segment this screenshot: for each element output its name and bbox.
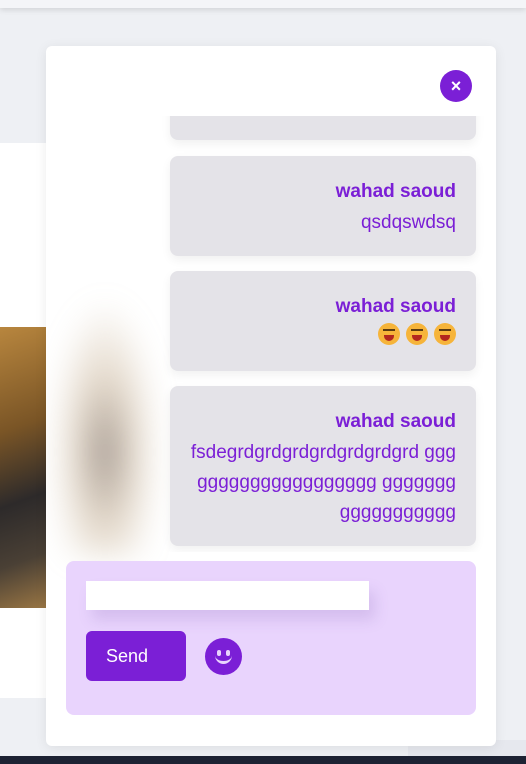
message-bubble-partial (170, 116, 476, 140)
message-composer: Send (66, 561, 476, 715)
message-sender: wahad saoud (335, 181, 456, 202)
emoji-picker-button[interactable] (205, 638, 242, 675)
message-input[interactable] (86, 581, 369, 610)
message-bubble: wahad saoud qsdqswdsq (170, 156, 476, 256)
chat-panel: × wahad saoud qsdqswdsq wahad saoud waha… (46, 46, 496, 746)
message-sender: wahad saoud (335, 411, 456, 432)
message-sender: wahad saoud (335, 296, 456, 317)
message-list[interactable]: wahad saoud qsdqswdsq wahad saoud wahad … (46, 116, 496, 552)
message-bubble: wahad saoud fsdegrdgrdgrdgrdgrdgrdgrd gg… (170, 386, 476, 546)
send-button[interactable]: Send (86, 631, 186, 681)
message-emoji-row (378, 323, 456, 345)
message-text: qsdqswdsq (360, 212, 456, 233)
message-bubble: wahad saoud (170, 271, 476, 371)
close-button[interactable]: × (440, 70, 472, 102)
page-top-bar (0, 0, 526, 8)
grinning-squinting-tongue-emoji (378, 323, 400, 345)
grinning-squinting-tongue-emoji (434, 323, 456, 345)
message-text (190, 323, 456, 355)
close-icon: × (450, 75, 462, 96)
grinning-squinting-tongue-emoji (406, 323, 428, 345)
page-footer-bar (0, 756, 526, 764)
message-text: fsdegrdgrdgrdgrdgrdgrdgrd gggggggggggggg… (190, 442, 456, 523)
